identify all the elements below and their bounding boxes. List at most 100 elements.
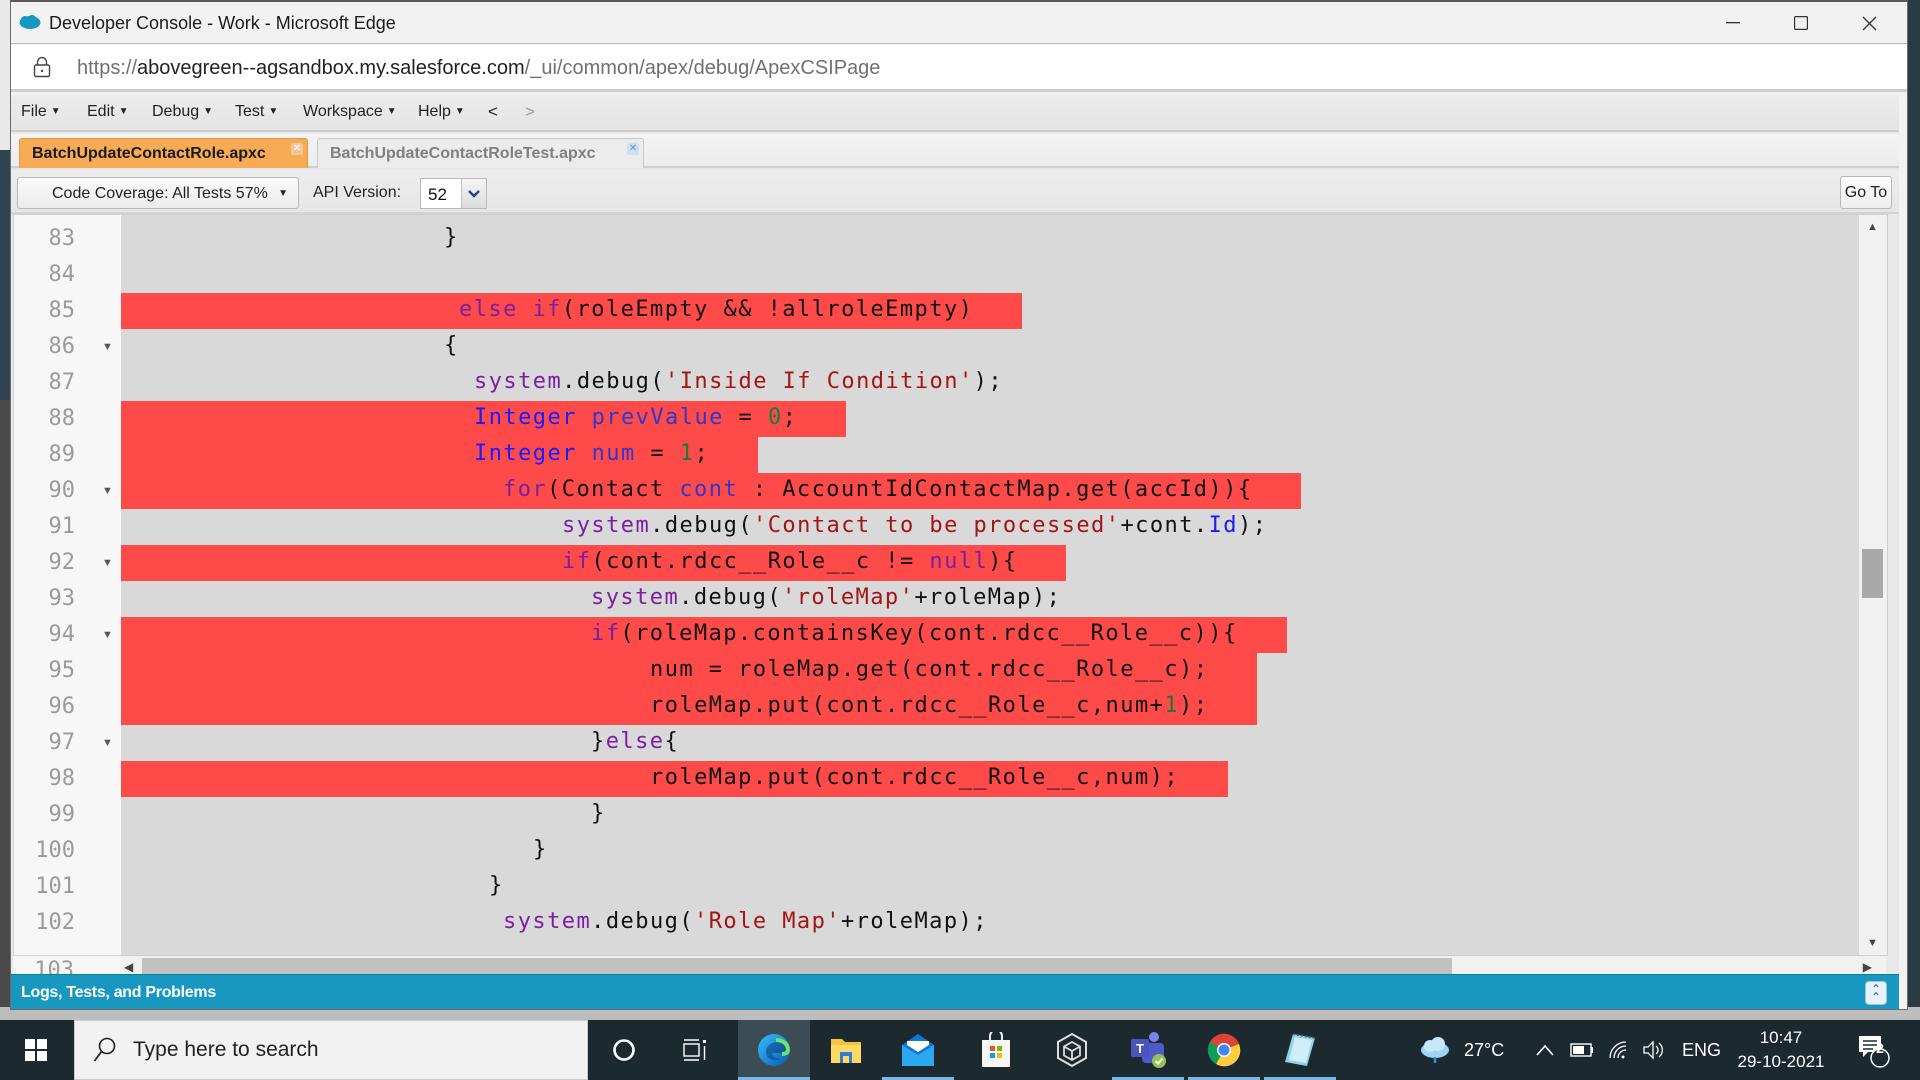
menu-test[interactable]: Test ▼ — [235, 103, 278, 121]
code-line[interactable]: system.debug('roleMap'+roleMap); — [121, 581, 1859, 617]
fold-toggle-icon[interactable]: ▼ — [102, 629, 113, 641]
line-number: 97 — [48, 730, 76, 755]
nav-back-button[interactable]: < — [488, 102, 498, 122]
tab-close-icon[interactable]: ✕ — [291, 143, 303, 155]
api-version-select[interactable]: 52 — [420, 178, 487, 209]
task-view-button[interactable] — [660, 1020, 732, 1080]
taskbar-dev-tool[interactable] — [1036, 1020, 1108, 1080]
chevron-down-icon[interactable] — [461, 179, 486, 208]
code-line-uncovered[interactable]: if(cont.rdcc__Role__c != null){ — [121, 545, 1859, 581]
line-number: 96 — [48, 694, 76, 719]
code-editor[interactable]: 83} 84 85 else if(roleEmpty && !allroleEmpt… — [13, 214, 1888, 956]
line-number-cell: 86 ▼ — [14, 329, 121, 365]
network-indicator[interactable] — [1608, 1020, 1630, 1080]
code-coverage-dropdown[interactable]: Code Coverage: All Tests 57% ▼ — [17, 177, 299, 209]
tab-batchupdatecontactrole[interactable]: BatchUpdateContactRole.apxc ✕ — [19, 138, 308, 168]
go-to-button[interactable]: Go To — [1840, 176, 1892, 209]
scroll-up-icon[interactable]: ▲ — [1867, 221, 1878, 233]
close-icon — [1862, 16, 1876, 30]
taskbar-search[interactable]: Type here to search — [74, 1020, 588, 1080]
menu-workspace[interactable]: Workspace ▼ — [303, 103, 397, 121]
code-line-uncovered[interactable]: num = roleMap.get(cont.rdcc__Role__c); — [121, 653, 1859, 689]
code-line[interactable]: } — [121, 797, 1859, 833]
taskbar-chrome[interactable] — [1188, 1020, 1260, 1080]
menu-edit[interactable]: Edit ▼ — [87, 103, 128, 121]
taskbar-mail[interactable] — [882, 1020, 954, 1080]
taskbar-notepad[interactable] — [1264, 1020, 1336, 1080]
code-token: roleMap.put(cont.rdcc__Role__c,num); — [650, 765, 1180, 790]
start-button[interactable] — [0, 1020, 72, 1080]
line-number-cell: 96 — [14, 689, 121, 725]
taskbar-teams[interactable]: T — [1112, 1020, 1184, 1080]
code-line-uncovered[interactable]: roleMap.put(cont.rdcc__Role__c,num+1); — [121, 689, 1859, 725]
code-line[interactable]: } — [121, 869, 1859, 905]
taskbar-store[interactable] — [960, 1020, 1032, 1080]
url-path: /_ui/common/apex/debug/ApexCSIPage — [524, 57, 881, 79]
logs-panel-header[interactable]: Logs, Tests, and Problems ⌃ ⌃ — [11, 974, 1899, 1009]
language-indicator[interactable]: ENG — [1682, 1020, 1721, 1080]
url-text[interactable]: https://abovegreen--agsandbox.my.salesfo… — [77, 57, 880, 80]
code-line-uncovered[interactable]: if(roleMap.containsKey(cont.rdcc__Role__… — [121, 617, 1859, 653]
code-line[interactable]: system.debug('Inside If Condition'); — [121, 365, 1859, 401]
close-window-button[interactable] — [1835, 2, 1903, 44]
code-token: ); — [1238, 513, 1268, 538]
line-number-cell: 85 — [14, 293, 121, 329]
code-line-uncovered[interactable]: Integer prevValue = 0; — [121, 401, 1859, 437]
code-line-uncovered[interactable]: Integer num = 1; — [121, 437, 1859, 473]
tab-batchupdatecontactroletest[interactable]: BatchUpdateContactRoleTest.apxc ✕ — [317, 138, 644, 168]
code-line[interactable]: }else{ — [121, 725, 1859, 761]
line-number: 83 — [48, 226, 76, 251]
fold-toggle-icon[interactable]: ▼ — [102, 557, 113, 569]
code-token: Id — [1208, 513, 1238, 538]
line-number: 87 — [48, 370, 76, 395]
code-line-uncovered[interactable]: for(Contact cont : AccountIdContactMap.g… — [121, 473, 1859, 509]
weather-widget[interactable]: 27°C — [1418, 1020, 1504, 1080]
code-line[interactable]: } — [121, 833, 1859, 869]
code-line[interactable] — [121, 257, 1859, 293]
weather-cloud-icon — [1421, 1037, 1449, 1063]
scroll-right-icon[interactable]: ▶ — [1863, 960, 1872, 974]
code-line[interactable]: system.debug('Contact to be processed'+c… — [121, 509, 1859, 545]
code-line[interactable]: { — [121, 329, 1859, 365]
code-text: system.debug('roleMap'+roleMap); — [591, 585, 1061, 610]
code-line[interactable]: } — [121, 221, 1859, 257]
fold-toggle-icon[interactable]: ▼ — [102, 737, 113, 749]
volume-indicator[interactable] — [1642, 1020, 1666, 1080]
tab-close-icon[interactable]: ✕ — [627, 143, 639, 155]
fold-toggle-icon[interactable]: ▼ — [102, 485, 113, 497]
show-hidden-icons-button[interactable] — [1536, 1020, 1554, 1080]
system-clock[interactable]: 10:47 29-10-2021 — [1726, 1026, 1836, 1074]
expand-panel-icon[interactable]: ⌃ ⌃ — [1865, 981, 1887, 1005]
scroll-left-icon[interactable]: ◀ — [124, 960, 133, 974]
code-line-uncovered[interactable]: else if(roleEmpty && !allroleEmpty) — [121, 293, 1859, 329]
minimize-icon — [1726, 22, 1740, 24]
code-token: 1 — [679, 441, 695, 466]
line-number-cell: 95 — [14, 653, 121, 689]
menu-debug[interactable]: Debug ▼ — [152, 103, 213, 121]
code-line[interactable]: system.debug('Role Map'+roleMap); — [121, 905, 1859, 941]
windows-icon — [25, 1039, 47, 1061]
cortana-button[interactable] — [588, 1020, 660, 1080]
vertical-scrollbar[interactable]: ▲ ▼ — [1859, 215, 1887, 955]
maximize-button[interactable] — [1767, 2, 1835, 44]
menu-file[interactable]: File ▼ — [21, 103, 61, 121]
address-bar[interactable]: https://abovegreen--agsandbox.my.salesfo… — [11, 45, 1907, 92]
menu-help[interactable]: Help ▼ — [418, 103, 465, 121]
minimize-button[interactable] — [1699, 2, 1767, 44]
scroll-down-icon[interactable]: ▼ — [1867, 937, 1878, 949]
search-placeholder: Type here to search — [133, 1038, 319, 1061]
vertical-scroll-thumb[interactable] — [1862, 549, 1883, 598]
notification-center-button[interactable]: 2 — [1856, 1020, 1892, 1080]
taskbar-file-explorer[interactable] — [810, 1020, 882, 1080]
code-line-uncovered[interactable]: roleMap.put(cont.rdcc__Role__c,num); — [121, 761, 1859, 797]
menu-help-label: Help — [418, 103, 451, 120]
taskbar-edge[interactable] — [738, 1020, 810, 1080]
code-text: else if(roleEmpty && !allroleEmpty) — [459, 297, 973, 322]
line-number-cell: 101 — [14, 869, 121, 905]
fold-toggle-icon[interactable]: ▼ — [102, 341, 113, 353]
language-label: ENG — [1682, 1039, 1722, 1060]
nav-forward-button[interactable]: > — [525, 102, 535, 122]
line-number-cell: 94 ▼ — [14, 617, 121, 653]
code-text: system.debug('Inside If Condition'); — [474, 369, 1003, 394]
battery-indicator[interactable] — [1570, 1020, 1594, 1080]
